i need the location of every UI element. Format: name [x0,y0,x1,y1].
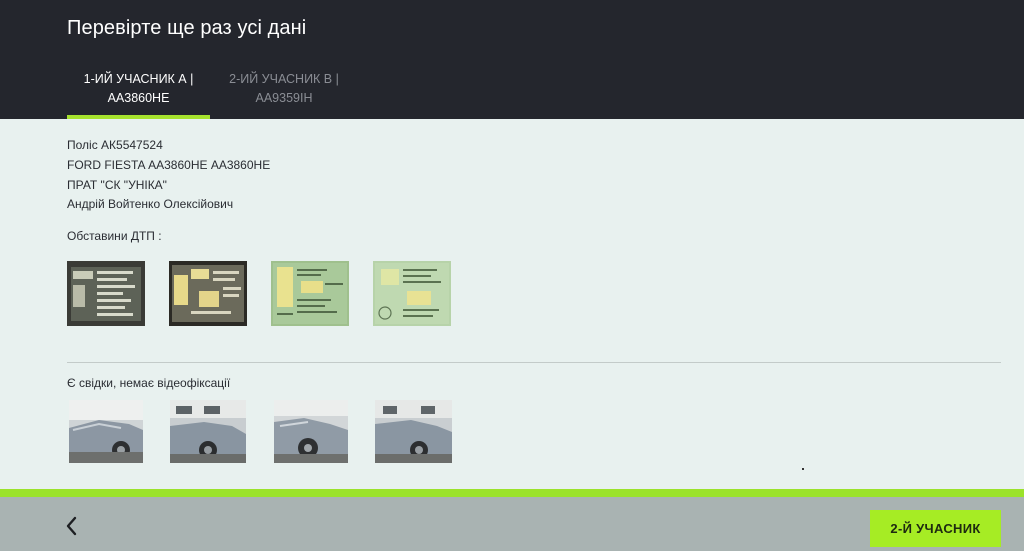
tab-participant-b-line1: 2-ИЙ УЧАСНИК В | [229,72,339,86]
document-thumbnail-3[interactable] [271,261,349,326]
progress-stripe [0,489,1024,497]
car-photo-1[interactable] [69,400,143,463]
page-title: Перевірте ще раз усі дані [67,17,307,39]
car-photo-2[interactable] [170,400,246,463]
document-thumbnail-1[interactable] [67,261,145,326]
tab-participant-b-line2: АА9359ІН [255,91,313,105]
witness-label: Є свідки, немає відеофіксації [67,376,231,390]
stray-dot [802,468,804,470]
car-photo-3[interactable] [274,400,348,463]
chevron-left-icon [66,516,77,536]
header-bar: Перевірте ще раз усі дані 1-ИЙ УЧАСНИК А… [0,0,1024,119]
document-thumbnail-2[interactable] [169,261,247,326]
main-content [0,119,1024,489]
driver-text: Андрій Войтенко Олексійович [67,197,234,211]
tab-participant-a-line2: АА3860НЕ [107,91,170,105]
insurer-text: ПРАТ "СК "УНІКА" [67,178,167,192]
car-photo-4[interactable] [375,400,452,463]
tab-participant-a-line1: 1-ИЙ УЧАСНИК А | [83,72,194,86]
tab-participant-a[interactable]: 1-ИЙ УЧАСНИК А | АА3860НЕ [67,70,210,108]
back-button[interactable] [60,513,84,539]
tab-participant-b[interactable]: 2-ИЙ УЧАСНИК В | АА9359ІН [214,70,354,108]
vehicle-text: FORD FIESTA АА3860НЕ АА3860НЕ [67,158,271,172]
section-divider [67,362,1001,363]
next-participant-button[interactable]: 2-Й УЧАСНИК [870,510,1001,547]
circumstances-label: Обставини ДТП : [67,229,162,243]
policy-text: Поліс АК5547524 [67,138,163,152]
document-thumbnail-4[interactable] [373,261,451,326]
